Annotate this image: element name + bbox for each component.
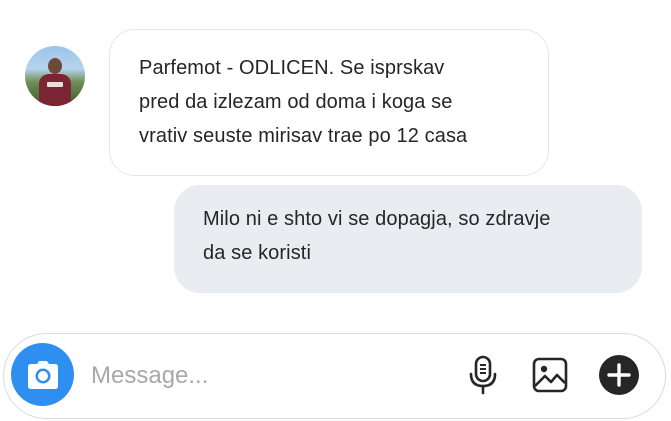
plus-circle-icon [599, 355, 639, 395]
message-input[interactable] [91, 356, 421, 396]
more-options-button[interactable] [598, 354, 640, 396]
sender-avatar[interactable] [25, 46, 85, 106]
message-composer [3, 333, 666, 419]
avatar-shirt-print [47, 82, 63, 87]
incoming-message-bubble[interactable]: Parfemot - ODLICEN. Se isprskav pred da … [109, 29, 549, 176]
camera-icon [27, 360, 58, 389]
microphone-icon [469, 355, 497, 395]
voice-message-button[interactable] [462, 354, 504, 396]
avatar-head [48, 58, 62, 74]
image-icon [532, 357, 568, 393]
outgoing-message-bubble[interactable]: Milo ni e shto vi se dopagja, so zdravje… [174, 185, 642, 293]
chat-thread: Parfemot - ODLICEN. Se isprskav pred da … [0, 0, 671, 421]
send-image-button[interactable] [529, 354, 571, 396]
camera-button[interactable] [11, 343, 74, 406]
avatar-body [39, 74, 71, 106]
